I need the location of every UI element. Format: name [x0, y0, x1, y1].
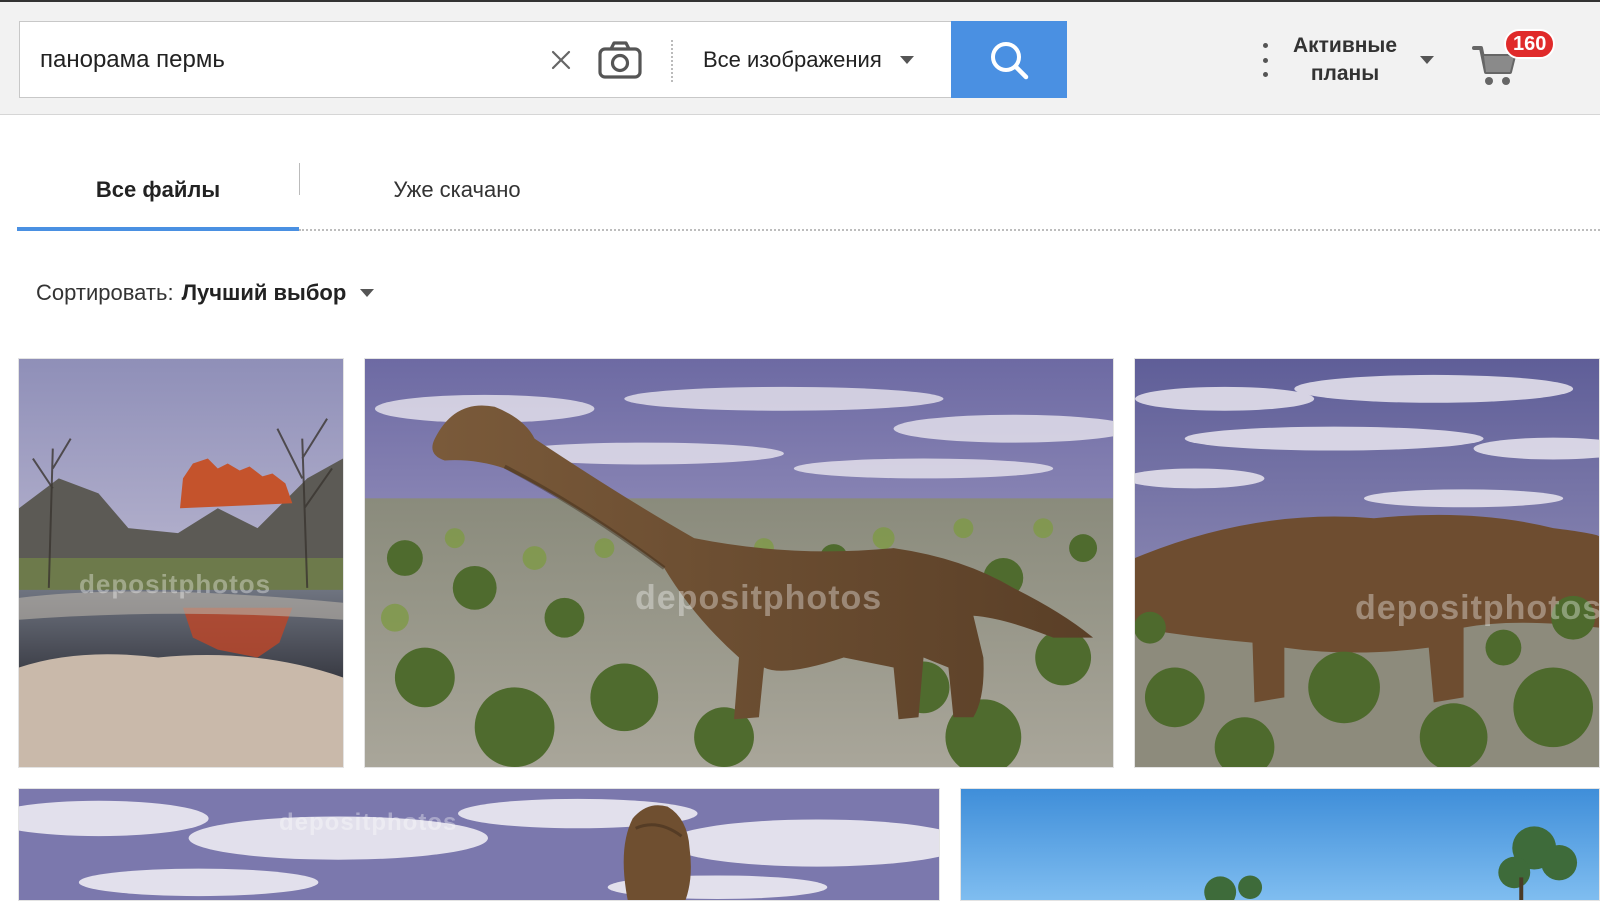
image-type-label: Все изображения — [703, 46, 882, 72]
search-button[interactable] — [951, 21, 1067, 98]
plans-label-line1: Активные — [1292, 34, 1398, 57]
active-plans-menu[interactable]: Активные планы — [1258, 30, 1438, 90]
page: Все изображения Активные планы — [0, 0, 1600, 901]
result-image-picture — [365, 359, 1113, 767]
result-image[interactable] — [960, 788, 1600, 901]
visual-search-button[interactable] — [597, 39, 643, 81]
result-image-picture — [19, 359, 343, 767]
image-type-dropdown[interactable]: Все изображения — [703, 22, 963, 97]
sort-label: Сортировать: — [36, 280, 174, 305]
chevron-down-icon — [1420, 56, 1434, 64]
tabs-baseline — [299, 229, 1600, 231]
sort-value: Лучший выбор — [181, 280, 347, 305]
search-bar: Все изображения — [19, 21, 1066, 98]
plans-label-line2: планы — [1310, 62, 1380, 85]
search-icon — [991, 41, 1029, 79]
more-vertical-icon — [1258, 43, 1272, 77]
close-icon — [551, 50, 571, 70]
search-input[interactable] — [20, 22, 520, 97]
result-image[interactable]: depositphotos — [18, 358, 344, 768]
result-image-picture — [1135, 359, 1599, 767]
clear-search-button[interactable] — [545, 44, 577, 76]
sort-dropdown[interactable]: Сортировать: Лучший выбор — [36, 278, 375, 308]
camera-icon — [598, 41, 642, 79]
result-image[interactable]: depositphotos — [18, 788, 940, 901]
result-image-picture — [961, 789, 1599, 900]
result-image[interactable]: depositphotos — [364, 358, 1114, 768]
cart-count-badge: 160 — [1504, 29, 1556, 59]
tab-separator — [299, 163, 300, 195]
active-tab-indicator — [17, 227, 299, 231]
active-plans-label: Активные планы — [1286, 32, 1404, 88]
header: Все изображения Активные планы — [0, 0, 1600, 115]
chevron-down-icon — [899, 55, 914, 64]
tab-all-files[interactable]: Все файлы — [17, 150, 299, 230]
chevron-down-icon — [360, 289, 375, 297]
tab-already-downloaded[interactable]: Уже скачано — [317, 150, 597, 230]
cart-button[interactable]: 160 — [1472, 29, 1556, 88]
tabs: Все файлы Уже скачано — [17, 150, 1600, 232]
result-image-picture — [19, 789, 939, 900]
result-image[interactable]: depositphotos — [1134, 358, 1600, 768]
search-divider — [671, 40, 673, 82]
